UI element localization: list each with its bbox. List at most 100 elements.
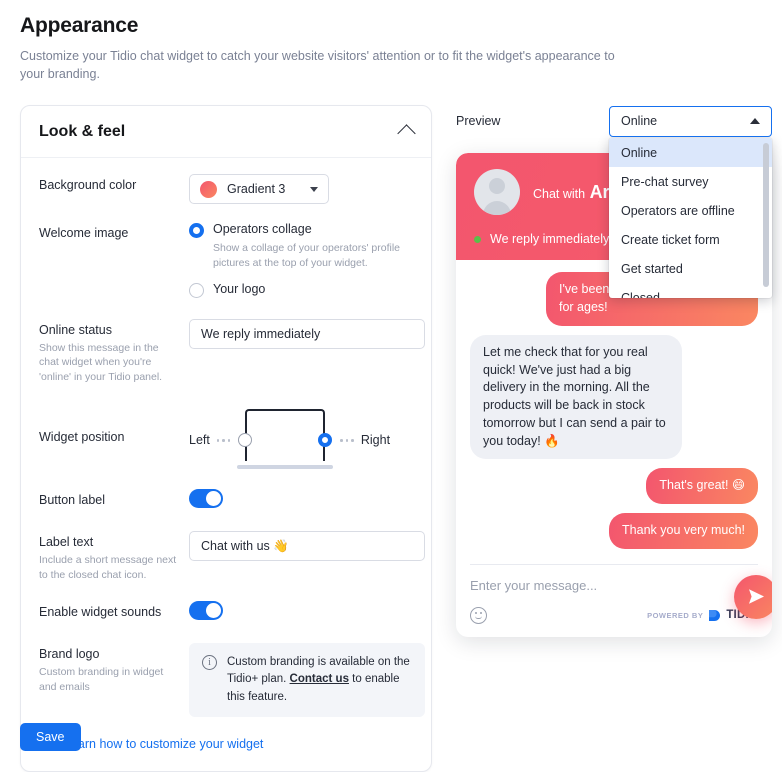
menu-item-pre-chat-survey[interactable]: Pre-chat survey <box>609 167 772 196</box>
background-color-select[interactable]: Gradient 3 <box>189 174 329 205</box>
welcome-image-label-group: Welcome image <box>39 222 189 242</box>
widget-state-dropdown-menu[interactable]: Online Pre-chat survey Operators are off… <box>609 138 772 299</box>
look-and-feel-title: Look & feel <box>39 122 126 140</box>
save-button[interactable]: Save <box>20 723 81 751</box>
widget-state-select[interactable]: Online <box>609 105 772 137</box>
laptop-screen <box>245 409 326 462</box>
widget-sounds-label: Enable widget sounds <box>39 604 162 619</box>
chat-messages-list: I've been looking for this model for age… <box>456 260 772 549</box>
chat-bubble-outgoing: Thank you very much! <box>609 513 758 549</box>
send-icon <box>748 589 764 605</box>
chevron-down-icon <box>310 186 318 192</box>
widget-position-right-label: Right <box>360 433 391 448</box>
radio-your-logo-label: Your logo <box>213 281 266 296</box>
row-widget-sounds: Enable widget sounds <box>39 600 413 625</box>
learn-link-row[interactable]: Learn how to customize your widget <box>39 737 413 751</box>
widget-status-text: We reply immediately <box>490 232 610 247</box>
chevron-up-icon[interactable] <box>397 124 416 143</box>
menu-item-label: Online <box>621 145 658 160</box>
look-and-feel-header[interactable]: Look & feel <box>21 106 431 159</box>
chat-bubble-incoming: Let me check that for you real quick! We… <box>470 334 682 460</box>
radio-operators-collage-indicator[interactable] <box>189 223 204 239</box>
radio-operators-collage-text: Operators collage <box>213 222 312 236</box>
send-button[interactable] <box>734 574 772 619</box>
widget-sounds-toggle[interactable] <box>189 600 223 620</box>
widget-position-right-radio[interactable] <box>318 433 333 448</box>
online-status-input[interactable] <box>189 318 425 349</box>
smiley-mouth <box>475 616 482 619</box>
chat-message: That's great! 😄 <box>470 468 758 504</box>
page-header: Appearance Customize your Tidio chat wid… <box>0 0 782 83</box>
menu-item-online[interactable]: Online <box>609 138 772 168</box>
smiley-eye-right <box>480 612 482 615</box>
online-status-sublabel: Show this message in the chat widget whe… <box>39 341 163 384</box>
button-label-control <box>189 489 413 513</box>
welcome-image-label: Welcome image <box>39 226 129 241</box>
menu-item-label: Create ticket form <box>621 232 720 247</box>
toggle-knob <box>206 602 221 618</box>
menu-item-closed[interactable]: Closed <box>609 283 772 299</box>
menu-item-get-started[interactable]: Get started <box>609 254 772 283</box>
learn-link[interactable]: Learn how to customize your widget <box>64 737 263 751</box>
row-button-label: Button label <box>39 489 413 513</box>
smiley-icon[interactable] <box>470 606 487 624</box>
background-color-control: Gradient 3 <box>189 174 413 205</box>
brand-logo-sublabel: Custom branding in widget and emails <box>39 665 164 693</box>
online-status-control <box>189 318 425 349</box>
menu-item-label: Closed <box>621 290 660 299</box>
radio-operators-collage-description: Show a collage of your operators' profil… <box>213 242 401 270</box>
brand-logo-label: Brand logo <box>39 646 100 661</box>
smiley-eye-left <box>475 612 477 615</box>
footer-divider <box>470 563 758 565</box>
radio-operators-collage[interactable]: Operators collage <box>189 222 413 239</box>
background-color-label-group: Background color <box>39 174 189 194</box>
button-label-label-group: Button label <box>39 489 189 509</box>
chat-footer-bottom: POWERED BY TIDIO <box>470 606 758 624</box>
label-text-sublabel: Include a short message next to the clos… <box>39 554 177 582</box>
widget-greeting-small: Chat with <box>533 187 586 201</box>
menu-item-create-ticket-form[interactable]: Create ticket form <box>609 225 772 254</box>
chat-bubble-outgoing: That's great! 😄 <box>646 468 758 504</box>
look-and-feel-body: Background color Gradient 3 Welcome imag… <box>21 158 431 771</box>
avatar-body <box>483 201 511 216</box>
avatar-placeholder-icon <box>474 169 520 216</box>
laptop-base <box>237 464 334 470</box>
brand-logo-info-box: i Custom branding is available on the Ti… <box>189 642 425 718</box>
preview-label: Preview <box>456 114 501 129</box>
chat-footer: Enter your message... POWERED BY TIDIO <box>456 558 772 637</box>
label-text-label-group: Label text Include a short message next … <box>39 531 189 583</box>
radio-your-logo[interactable]: Your logo <box>189 282 413 298</box>
button-label-toggle[interactable] <box>189 489 223 509</box>
preview-header: Preview Online <box>456 105 772 137</box>
chat-message: Let me check that for you real quick! We… <box>470 334 758 460</box>
row-welcome-image: Welcome image Operators collage Show a c… <box>39 222 413 300</box>
menu-item-operators-are-offline[interactable]: Operators are offline <box>609 196 772 225</box>
label-text-input[interactable] <box>189 531 425 562</box>
widget-position-picker: Left Right <box>189 407 413 471</box>
preview-column: Preview Online Online Pre-chat survey Op… <box>456 105 772 637</box>
gradient-swatch-icon <box>200 180 217 198</box>
menu-item-label: Pre-chat survey <box>621 174 709 189</box>
brand-logo-control: i Custom branding is available on the Ti… <box>189 642 425 718</box>
background-color-label: Background color <box>39 178 137 193</box>
dropdown-scrollbar[interactable] <box>763 143 769 288</box>
toggle-knob <box>206 491 221 507</box>
menu-item-label: Operators are offline <box>621 203 735 218</box>
label-text-control <box>189 531 425 562</box>
radio-your-logo-indicator[interactable] <box>189 282 204 298</box>
dots-left-icon <box>216 439 231 442</box>
contact-us-link[interactable]: Contact us <box>290 673 349 685</box>
background-color-value: Gradient 3 <box>227 182 286 197</box>
row-online-status: Online status Show this message in the c… <box>39 318 425 386</box>
widget-state-value: Online <box>621 114 658 129</box>
widget-sounds-control <box>189 600 413 625</box>
row-widget-position: Widget position Left Right <box>39 407 413 471</box>
tidio-logo-icon <box>708 609 721 622</box>
laptop-illustration <box>237 409 334 471</box>
chat-message-input[interactable]: Enter your message... <box>470 578 758 593</box>
label-text-label: Label text <box>39 535 94 550</box>
radio-your-logo-text: Your logo <box>213 282 265 296</box>
info-icon: i <box>202 654 217 670</box>
row-label-text: Label text Include a short message next … <box>39 531 425 583</box>
content-area: Look & feel Background color Gradient 3 <box>0 83 782 772</box>
